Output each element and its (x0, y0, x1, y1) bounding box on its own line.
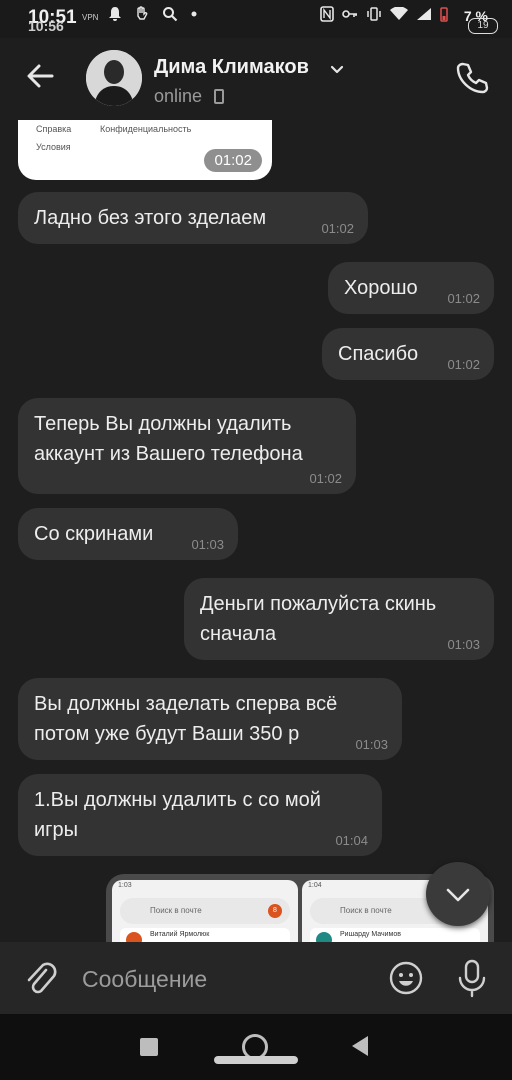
system-icons (320, 6, 448, 22)
wifi-icon (390, 7, 408, 20)
message-time: 01:03 (355, 737, 388, 752)
message-bubble-outgoing[interactable]: Хорошо 01:02 (328, 262, 494, 314)
message-bubble-outgoing[interactable]: Спасибо 01:02 (322, 328, 494, 380)
status-bar: 10:51 10:56 VPN 7 % 19 (0, 0, 512, 38)
message-text: Ладно без этого зделаем (34, 207, 267, 229)
scroll-down-button[interactable] (426, 862, 490, 926)
message-time: 01:03 (191, 537, 224, 552)
screenshot-link-help: Справка (36, 124, 72, 134)
message-bubble-incoming[interactable]: Со скринами 01:03 (18, 508, 238, 560)
mini-sender: Виталий Ярмолюк (150, 931, 210, 938)
message-time: 01:04 (335, 833, 368, 848)
chevron-down-icon (446, 888, 470, 902)
screenshot-link-privacy: Конфиденциальность (100, 124, 192, 134)
mini-badge: 8 (268, 904, 282, 918)
search-icon (163, 7, 178, 22)
mobile-device-icon (214, 89, 224, 104)
mini-sender: Ришарду Мачимов (340, 931, 401, 938)
signal-icon (417, 8, 431, 20)
screenshot-thumbnail[interactable]: 1:03 Поиск в почте 8 Виталий Ярмолюк (112, 880, 298, 942)
battery-saver-icon (440, 7, 448, 22)
avatar[interactable] (86, 50, 142, 106)
mini-mail-item: Ришарду Мачимов (310, 928, 480, 942)
message-time: 01:02 (447, 291, 480, 306)
message-text: Вы должны заделать сперва всё потом уже … (34, 693, 338, 745)
vpn-label: VPN (82, 13, 99, 22)
message-bubble-incoming[interactable]: Ладно без этого зделаем 01:02 (18, 192, 368, 244)
dot-icon (191, 11, 197, 17)
mini-avatar (316, 932, 332, 942)
message-time: 01:02 (447, 357, 480, 372)
back-arrow-icon[interactable] (22, 58, 58, 94)
contact-status: online (154, 86, 203, 106)
screenshot-link-terms: Условия (36, 142, 71, 152)
message-bubble-incoming[interactable]: 1.Вы должны удалить с со мой игры 01:04 (18, 774, 382, 856)
system-nav-bar (0, 1014, 512, 1080)
battery-level: 19 (468, 18, 498, 34)
bell-icon (109, 7, 121, 21)
message-composer (0, 942, 512, 1014)
message-text: Теперь Вы должны удалить аккаунт из Ваше… (34, 413, 303, 465)
avatar-photo (86, 50, 142, 106)
message-text: Деньги пожалуйста скинь сначала (200, 593, 437, 645)
notification-icons (108, 6, 198, 22)
mini-status-time: 1:03 (118, 882, 132, 889)
message-list[interactable]: Справка Конфиденциальность Условия 01:02… (0, 120, 512, 942)
emoji-icon[interactable] (388, 960, 424, 996)
phone-call-icon[interactable] (454, 60, 490, 96)
message-bubble-incoming[interactable]: Вы должны заделать сперва всё потом уже … (18, 678, 402, 760)
chat-header: Дима Климаков online (0, 38, 512, 120)
screenshot-message[interactable]: Справка Конфиденциальность Условия 01:02 (18, 120, 272, 180)
back-button[interactable] (352, 1036, 368, 1056)
mini-search-placeholder: Поиск в почте (150, 906, 202, 915)
microphone-icon[interactable] (454, 958, 490, 998)
status-time-secondary: 10:56 (28, 18, 64, 34)
message-input[interactable] (80, 960, 384, 998)
paperclip-icon[interactable] (22, 958, 58, 998)
message-bubble-outgoing[interactable]: Деньги пожалуйста скинь сначала 01:03 (184, 578, 494, 660)
hand-icon (137, 6, 148, 20)
message-time: 01:03 (447, 637, 480, 652)
message-text: 1.Вы должны удалить с со мой игры (34, 789, 321, 841)
recent-apps-button[interactable] (140, 1038, 158, 1056)
vibrate-icon (367, 7, 381, 21)
message-time: 01:02 (204, 149, 262, 172)
chevron-down-icon[interactable] (328, 60, 346, 78)
message-time: 01:02 (321, 221, 354, 236)
message-time: 01:02 (309, 471, 342, 486)
key-icon (342, 10, 357, 18)
nfc-icon (320, 6, 334, 22)
mini-search-placeholder: Поиск в почте (340, 906, 392, 915)
contact-name[interactable]: Дима Климаков (154, 56, 309, 79)
message-bubble-incoming[interactable]: Теперь Вы должны удалить аккаунт из Ваше… (18, 398, 356, 494)
home-gesture-pill[interactable] (214, 1056, 298, 1064)
mini-mail-item: Виталий Ярмолюк (120, 928, 290, 942)
mini-search-bar: Поиск в почте 8 (120, 898, 290, 924)
mini-avatar (126, 932, 142, 942)
